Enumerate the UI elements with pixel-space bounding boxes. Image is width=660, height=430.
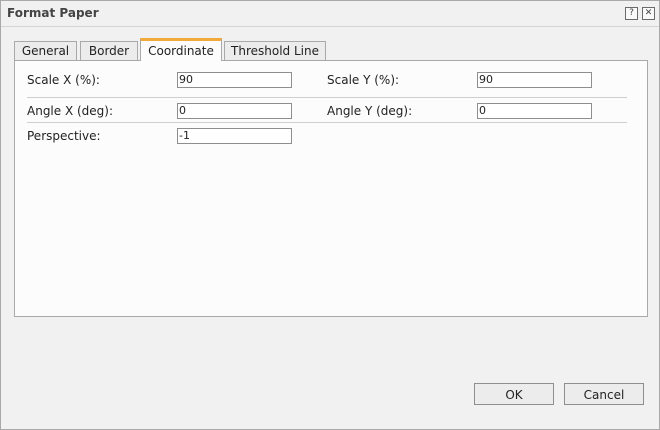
- angle-x-input[interactable]: 0: [177, 103, 292, 119]
- row-divider: [27, 97, 627, 98]
- tab-coordinate[interactable]: Coordinate: [140, 38, 222, 61]
- cancel-button[interactable]: Cancel: [564, 383, 644, 405]
- row-divider: [27, 122, 627, 123]
- tab-border-label: Border: [88, 44, 130, 58]
- ok-button[interactable]: OK: [474, 383, 554, 405]
- coordinate-panel: Scale X (%): 90 Scale Y (%): 90 Angle X …: [14, 60, 648, 317]
- tab-threshold-line[interactable]: Threshold Line: [224, 41, 326, 60]
- perspective-label: Perspective:: [27, 129, 101, 143]
- tab-general[interactable]: General: [14, 41, 77, 60]
- dialog-title: Format Paper: [7, 6, 99, 20]
- close-icon[interactable]: ✕: [642, 7, 655, 20]
- tab-coordinate-label: Coordinate: [148, 44, 214, 58]
- scale-y-input[interactable]: 90: [477, 72, 592, 88]
- tab-threshold-line-label: Threshold Line: [231, 44, 319, 58]
- angle-x-label: Angle X (deg):: [27, 104, 114, 118]
- angle-y-input[interactable]: 0: [477, 103, 592, 119]
- tab-general-label: General: [21, 44, 70, 58]
- format-paper-dialog: Format Paper ? ✕ General Border Coordina…: [0, 0, 660, 430]
- angle-y-label: Angle Y (deg):: [327, 104, 413, 118]
- scale-x-input[interactable]: 90: [177, 72, 292, 88]
- tab-border[interactable]: Border: [80, 41, 138, 60]
- perspective-input[interactable]: -1: [177, 128, 292, 144]
- scale-y-label: Scale Y (%):: [327, 73, 400, 87]
- help-icon[interactable]: ?: [625, 7, 638, 20]
- dialog-titlebar: Format Paper ? ✕: [1, 1, 659, 27]
- scale-x-label: Scale X (%):: [27, 73, 100, 87]
